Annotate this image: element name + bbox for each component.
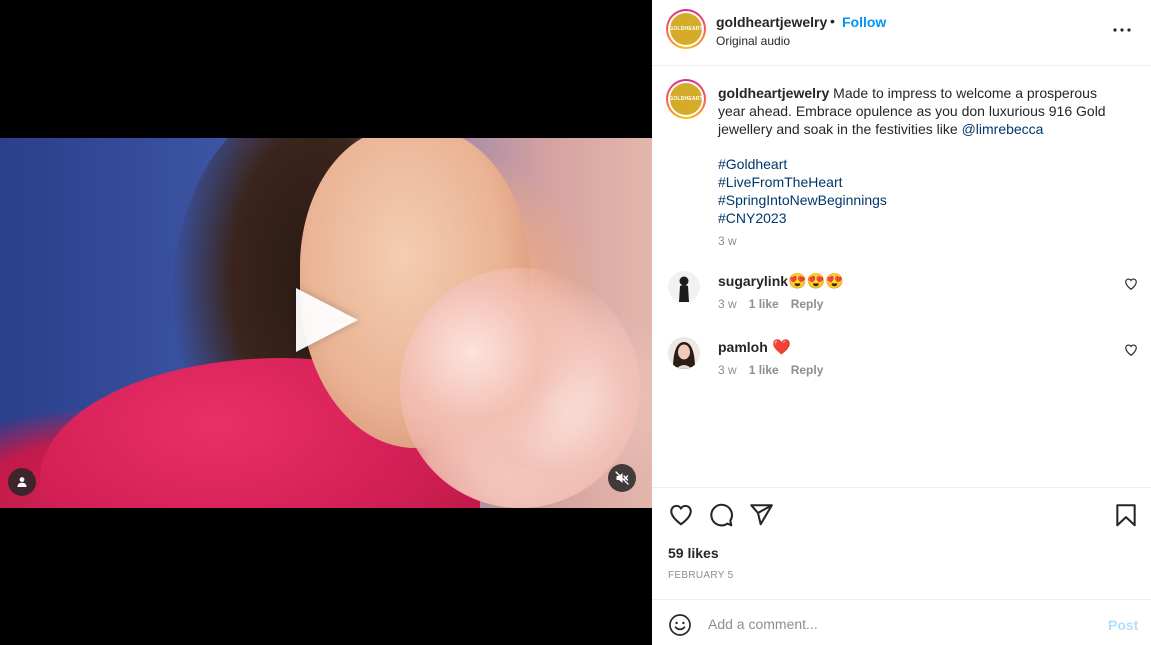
comment-meta: 3 w 1 like Reply — [718, 363, 823, 377]
caption-username[interactable]: goldheartjewelry — [718, 85, 829, 101]
hashtag-link[interactable]: #CNY2023 — [718, 209, 887, 227]
commenter-avatar[interactable] — [668, 271, 700, 303]
comment-item: sugarylink 😍😍😍 3 w 1 like Reply — [652, 271, 1151, 331]
caption-author-avatar[interactable]: GOLDHEART — [666, 79, 706, 119]
author-username[interactable]: goldheartjewelry — [716, 14, 827, 30]
play-icon[interactable] — [296, 288, 358, 352]
separator-dot: • — [830, 13, 835, 29]
author-avatar[interactable]: GOLDHEART — [666, 9, 706, 49]
commenter-username[interactable]: pamloh — [718, 339, 768, 355]
muted-speaker-icon — [615, 471, 629, 485]
audio-label[interactable]: Original audio — [716, 34, 790, 48]
emoji-icon[interactable] — [668, 613, 692, 637]
follow-button[interactable]: Follow — [842, 14, 886, 30]
brand-logo: GOLDHEART — [669, 83, 703, 115]
hashtag-link[interactable]: #LiveFromTheHeart — [718, 173, 887, 191]
comment-text: 😍😍😍 — [788, 273, 845, 290]
comment-item: pamloh ❤️ 3 w 1 like Reply — [652, 337, 1151, 397]
video-player[interactable] — [0, 0, 652, 645]
post-header: GOLDHEART goldheartjewelry • Follow Orig… — [652, 0, 1151, 66]
comment-time[interactable]: 3 w — [718, 297, 737, 311]
more-options-icon[interactable] — [1110, 18, 1134, 42]
reply-button[interactable]: Reply — [791, 363, 824, 377]
caption-timestamp[interactable]: 3 w — [718, 234, 737, 248]
commenter-username[interactable]: sugarylink — [718, 273, 788, 289]
comment-composer: Post — [652, 599, 1151, 645]
comment-time[interactable]: 3 w — [718, 363, 737, 377]
heart-icon[interactable] — [1124, 277, 1138, 291]
action-bar: 59 likes FEBRUARY 5 — [652, 487, 1151, 599]
comment-text: ❤️ — [772, 339, 791, 356]
tagged-user-button[interactable] — [8, 468, 36, 496]
post-button[interactable]: Post — [1108, 617, 1138, 633]
mute-button[interactable] — [608, 464, 636, 492]
reply-button[interactable]: Reply — [791, 297, 824, 311]
brand-logo: GOLDHEART — [669, 13, 703, 45]
comment-likes[interactable]: 1 like — [749, 363, 779, 377]
caption-text: goldheartjewelry Made to impress to welc… — [718, 84, 1118, 138]
avatar-inner: GOLDHEART — [668, 11, 704, 47]
comment-likes[interactable]: 1 like — [749, 297, 779, 311]
avatar-inner: GOLDHEART — [668, 81, 704, 117]
post-date[interactable]: FEBRUARY 5 — [668, 570, 733, 581]
comment-meta: 3 w 1 like Reply — [718, 297, 823, 311]
commenter-avatar[interactable] — [668, 337, 700, 369]
comment-icon[interactable] — [708, 502, 734, 528]
heart-icon[interactable] — [668, 502, 694, 528]
hashtag-link[interactable]: #SpringIntoNewBeginnings — [718, 191, 887, 209]
hashtag-link[interactable]: #Goldheart — [718, 155, 887, 173]
hashtag-list: #Goldheart #LiveFromTheHeart #SpringInto… — [718, 155, 887, 227]
user-icon — [17, 477, 27, 487]
video-still-orchids — [400, 268, 640, 508]
bookmark-icon[interactable] — [1113, 502, 1139, 528]
like-count[interactable]: 59 likes — [668, 545, 719, 561]
comment-input[interactable] — [708, 612, 1088, 636]
mention-link[interactable]: @limrebecca — [962, 121, 1044, 137]
post-details-panel: GOLDHEART goldheartjewelry • Follow Orig… — [652, 0, 1151, 645]
share-icon[interactable] — [748, 502, 774, 528]
heart-icon[interactable] — [1124, 343, 1138, 357]
